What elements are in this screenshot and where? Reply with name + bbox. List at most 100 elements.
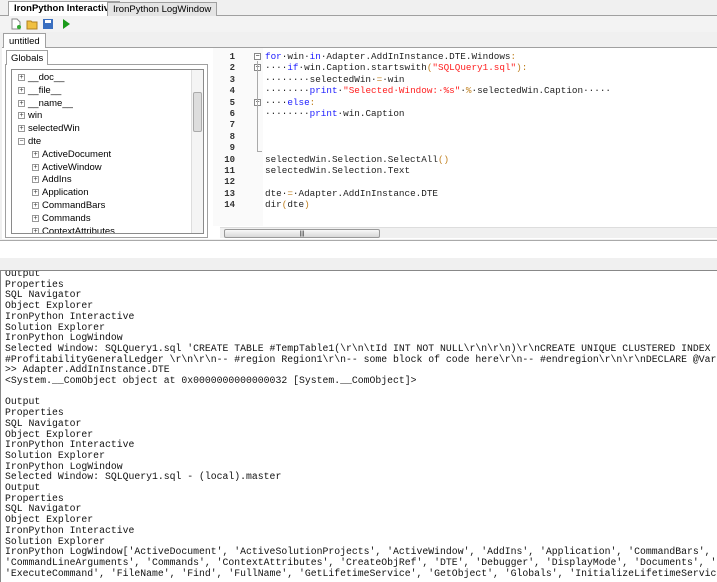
scroll-thumb[interactable] [193,92,202,132]
expand-icon[interactable]: + [18,99,25,107]
output-line: 'ExecuteCommand', 'FileName', 'Find', 'F… [5,567,717,579]
code-token: ) [304,199,310,211]
tree-vertical-scrollbar[interactable] [191,70,203,233]
code-token: dte [287,199,305,211]
tab-globals[interactable]: Globals [6,50,49,65]
expand-icon[interactable]: + [32,214,39,222]
code-line[interactable]: ········print·win.Caption [265,108,405,119]
code-token: dir [265,199,282,211]
code-line[interactable]: selectedWin.Selection.SelectAll() [265,154,449,165]
code-token: ·win.Caption [337,108,405,119]
code-token: selectedWin.Selection.SelectAll [265,153,438,165]
expand-icon[interactable]: + [18,86,25,94]
line-number: 7 [229,120,235,131]
tree-item[interactable]: + selectedWin [18,122,80,135]
window-tab-strip: IronPython Interactive IronPython LogWin… [0,0,717,16]
scroll-thumb[interactable]: ||| [224,229,380,238]
code-line[interactable]: dte·=·Adapter.AddInInstance.DTE [265,188,438,199]
tab-ironpython-interactive[interactable]: IronPython Interactive [8,1,121,16]
tree-item-label: __doc__ [28,72,65,83]
code-line[interactable]: ····if·win.Caption.startswith("SQLQuery1… [265,62,527,73]
run-icon[interactable] [60,18,72,30]
line-number: 12 [224,177,235,188]
code-token: "Selected·Window:·%s" [343,85,461,97]
code-token: : [510,51,517,62]
expand-icon[interactable]: + [18,74,25,81]
expand-icon[interactable]: + [32,227,39,233]
tree-item[interactable]: + CommandBars [32,199,105,212]
tree-item-label: AddIns [42,174,72,186]
expand-icon[interactable]: + [32,176,39,184]
collapse-icon[interactable]: − [18,138,25,145]
tree-item-label: Commands [42,212,91,224]
command-input[interactable] [0,240,717,258]
code-token: ·selectedWin.Caption····· [471,85,611,97]
line-number: 13 [224,188,235,199]
code-line[interactable]: for·win·in·Adapter.AddInInstance.DTE.Win… [265,51,516,62]
splitter[interactable] [0,258,717,270]
expand-icon[interactable]: + [32,163,39,171]
tree-item[interactable]: + Application [32,186,88,199]
tree-item[interactable]: + __doc__ [18,71,64,84]
open-folder-icon[interactable] [26,18,38,30]
tree-item[interactable]: + ActiveDocument [32,148,111,161]
tree-item[interactable]: + ActiveWindow [32,161,102,174]
code-token: ): [516,62,528,74]
code-line[interactable]: dir(dte) [265,199,310,210]
output-line: IronPython Interactive [5,524,135,536]
tree-item-label: dte [28,136,42,147]
code-line[interactable]: ········print·"Selected·Window:·%s"·%·se… [265,85,611,96]
tab-untitled[interactable]: untitled [3,33,46,48]
code-line[interactable]: ····else: [265,97,315,108]
editor-horizontal-scrollbar[interactable]: ||| [220,227,717,238]
code-token: print [309,108,338,119]
toolbar [0,16,717,32]
output-pane[interactable]: Output Properties SQL Navigator Object Expl… [0,270,717,582]
expand-icon[interactable]: + [18,125,25,133]
tree-item[interactable]: + ContextAttributes [32,225,115,233]
code-token: ·Adapter.AddInInstance.DTE.Windows [320,51,511,62]
code-token: in [309,51,321,62]
save-icon[interactable] [42,18,54,30]
tree-item[interactable]: − dte [18,135,41,148]
tree-item-label: Application [42,187,89,199]
line-number: 6 [229,109,235,119]
code-token: : [309,96,316,108]
fold-toggle-icon[interactable]: − [254,53,261,60]
code-token: ········selectedWin· [265,73,377,85]
new-file-icon[interactable] [10,18,22,30]
code-token: for [265,51,282,62]
tree-item-label: ActiveDocument [42,148,112,160]
output-line: Output [5,482,41,494]
code-line[interactable]: ········selectedWin·=·win [265,74,405,85]
code-token: dte· [265,187,288,199]
line-number: 9 [229,143,235,154]
output-line: <System.__ComObject object at 0x00000000… [5,375,417,387]
code-token: "SQLQuery1.sql" [432,62,517,74]
tree-item[interactable]: + __file__ [18,84,61,97]
code-token: ········ [265,85,310,97]
output-line: Properties [5,278,64,290]
tab-ironpython-logwindow[interactable]: IronPython LogWindow [107,2,218,16]
tree-item[interactable]: + __name__ [18,97,73,110]
tree-item[interactable]: + win [18,109,42,122]
output-line: Output [5,396,41,408]
code-line[interactable]: selectedWin.Selection.Text [265,165,410,176]
tree-item-label: CommandBars [42,200,106,211]
output-line: IronPython Interactive [5,439,135,451]
expand-icon[interactable]: + [32,202,39,209]
code-token: selectedWin.Selection.Text [265,165,411,176]
tree-item[interactable]: + AddIns [32,173,72,186]
code-token: if [287,62,299,74]
output-line: Selected Window: SQLQuery1.sql - (local)… [5,471,282,483]
output-line: Properties [5,492,64,504]
line-number: 5 [229,97,235,108]
globals-tree[interactable]: + __doc__ + __file__ + __name__ + win + selectedW… [11,69,204,234]
tree-item[interactable]: + Commands [32,212,91,225]
expand-icon[interactable]: + [32,189,39,197]
tree-item-label: selectedWin [28,123,80,135]
expand-icon[interactable]: + [18,112,25,120]
expand-icon[interactable]: + [32,150,39,158]
code-token: ·win [382,73,405,85]
